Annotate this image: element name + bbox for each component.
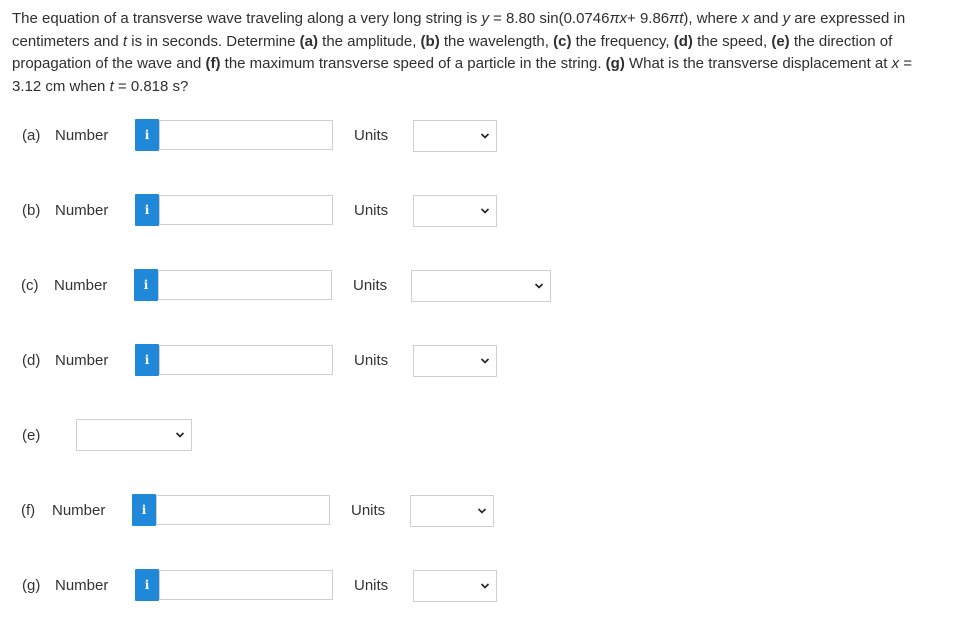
number-input-a[interactable] bbox=[159, 120, 333, 150]
number-label: Number bbox=[55, 352, 109, 369]
question-segment: and bbox=[749, 10, 783, 27]
question-segment: the amplitude, bbox=[317, 32, 421, 50]
var-y: y bbox=[481, 10, 489, 27]
var-x: x bbox=[619, 10, 628, 27]
number-input-b[interactable] bbox=[159, 195, 333, 225]
var-y: y bbox=[782, 10, 791, 27]
part-b-marker: (b) bbox=[420, 32, 440, 50]
units-label: Units bbox=[354, 127, 389, 144]
answer-row-c: (c) Number i Units bbox=[0, 269, 954, 303]
part-label: (f) bbox=[21, 502, 36, 519]
part-label: (d) bbox=[22, 352, 41, 369]
chevron-down-icon bbox=[480, 583, 490, 589]
chevron-down-icon bbox=[480, 358, 490, 364]
units-label: Units bbox=[354, 577, 389, 594]
units-select-f[interactable] bbox=[410, 495, 494, 527]
question-segment: is in seconds. Determine bbox=[127, 32, 300, 50]
number-input-c[interactable] bbox=[158, 270, 332, 300]
part-c-marker: (c) bbox=[553, 32, 572, 50]
units-select-g[interactable] bbox=[413, 570, 497, 602]
var-x: x bbox=[891, 55, 900, 72]
info-icon[interactable]: i bbox=[134, 269, 158, 301]
part-d-marker: (d) bbox=[673, 32, 693, 50]
info-icon[interactable]: i bbox=[132, 494, 156, 526]
part-label: (e) bbox=[22, 427, 41, 444]
units-label: Units bbox=[354, 202, 389, 219]
info-icon[interactable]: i bbox=[135, 194, 159, 226]
number-input-f[interactable] bbox=[156, 495, 330, 525]
pi-symbol: π bbox=[609, 10, 620, 27]
number-input-d[interactable] bbox=[159, 345, 333, 375]
number-label: Number bbox=[55, 577, 109, 594]
units-label: Units bbox=[351, 502, 386, 519]
question-segment: The equation of a transverse wave travel… bbox=[12, 10, 482, 27]
question-segment: = 0.818 s? bbox=[113, 77, 189, 95]
answer-row-e: (e) bbox=[0, 419, 954, 453]
part-label: (b) bbox=[22, 202, 41, 219]
units-select-c[interactable] bbox=[411, 270, 551, 302]
question-segment: the wavelength, bbox=[439, 32, 554, 50]
question-segment: the speed, bbox=[692, 32, 772, 50]
part-label: (a) bbox=[22, 127, 41, 144]
part-label: (g) bbox=[22, 577, 41, 594]
question-segment: ), where bbox=[683, 10, 742, 27]
number-label: Number bbox=[55, 202, 109, 219]
info-icon[interactable]: i bbox=[135, 119, 159, 151]
units-label: Units bbox=[354, 352, 389, 369]
answer-row-b: (b) Number i Units bbox=[0, 194, 954, 228]
question-segment: = 8.80 sin(0.0746 bbox=[488, 10, 610, 27]
pi-symbol: π bbox=[669, 10, 680, 27]
part-e-marker: (e) bbox=[771, 32, 790, 50]
units-select-d[interactable] bbox=[413, 345, 497, 377]
chevron-down-icon bbox=[175, 432, 185, 438]
chevron-down-icon bbox=[477, 508, 487, 514]
number-label: Number bbox=[54, 277, 108, 294]
part-a-marker: (a) bbox=[299, 32, 318, 50]
chevron-down-icon bbox=[534, 283, 544, 289]
part-label: (c) bbox=[21, 277, 39, 294]
chevron-down-icon bbox=[480, 133, 490, 139]
answer-row-f: (f) Number i Units bbox=[0, 494, 954, 528]
question-segment: the frequency, bbox=[571, 32, 674, 50]
part-f-marker: (f) bbox=[205, 55, 221, 72]
direction-select-e[interactable] bbox=[76, 419, 192, 451]
info-icon[interactable]: i bbox=[135, 344, 159, 376]
info-icon[interactable]: i bbox=[135, 569, 159, 601]
units-select-a[interactable] bbox=[413, 120, 497, 152]
part-g-marker: (g) bbox=[605, 55, 625, 72]
number-label: Number bbox=[52, 502, 106, 519]
answer-row-d: (d) Number i Units bbox=[0, 344, 954, 378]
answer-row-g: (g) Number i Units bbox=[0, 569, 954, 603]
units-select-b[interactable] bbox=[413, 195, 497, 227]
chevron-down-icon bbox=[480, 208, 490, 214]
number-label: Number bbox=[55, 127, 109, 144]
units-label: Units bbox=[353, 277, 388, 294]
answer-row-a: (a) Number i Units bbox=[0, 119, 954, 153]
number-input-g[interactable] bbox=[159, 570, 333, 600]
question-segment: the maximum transverse speed of a partic… bbox=[220, 55, 606, 72]
question-segment: + 9.86 bbox=[627, 10, 670, 27]
question-segment: What is the transverse displacement at bbox=[624, 55, 892, 72]
question-text: The equation of a transverse wave travel… bbox=[12, 8, 942, 98]
